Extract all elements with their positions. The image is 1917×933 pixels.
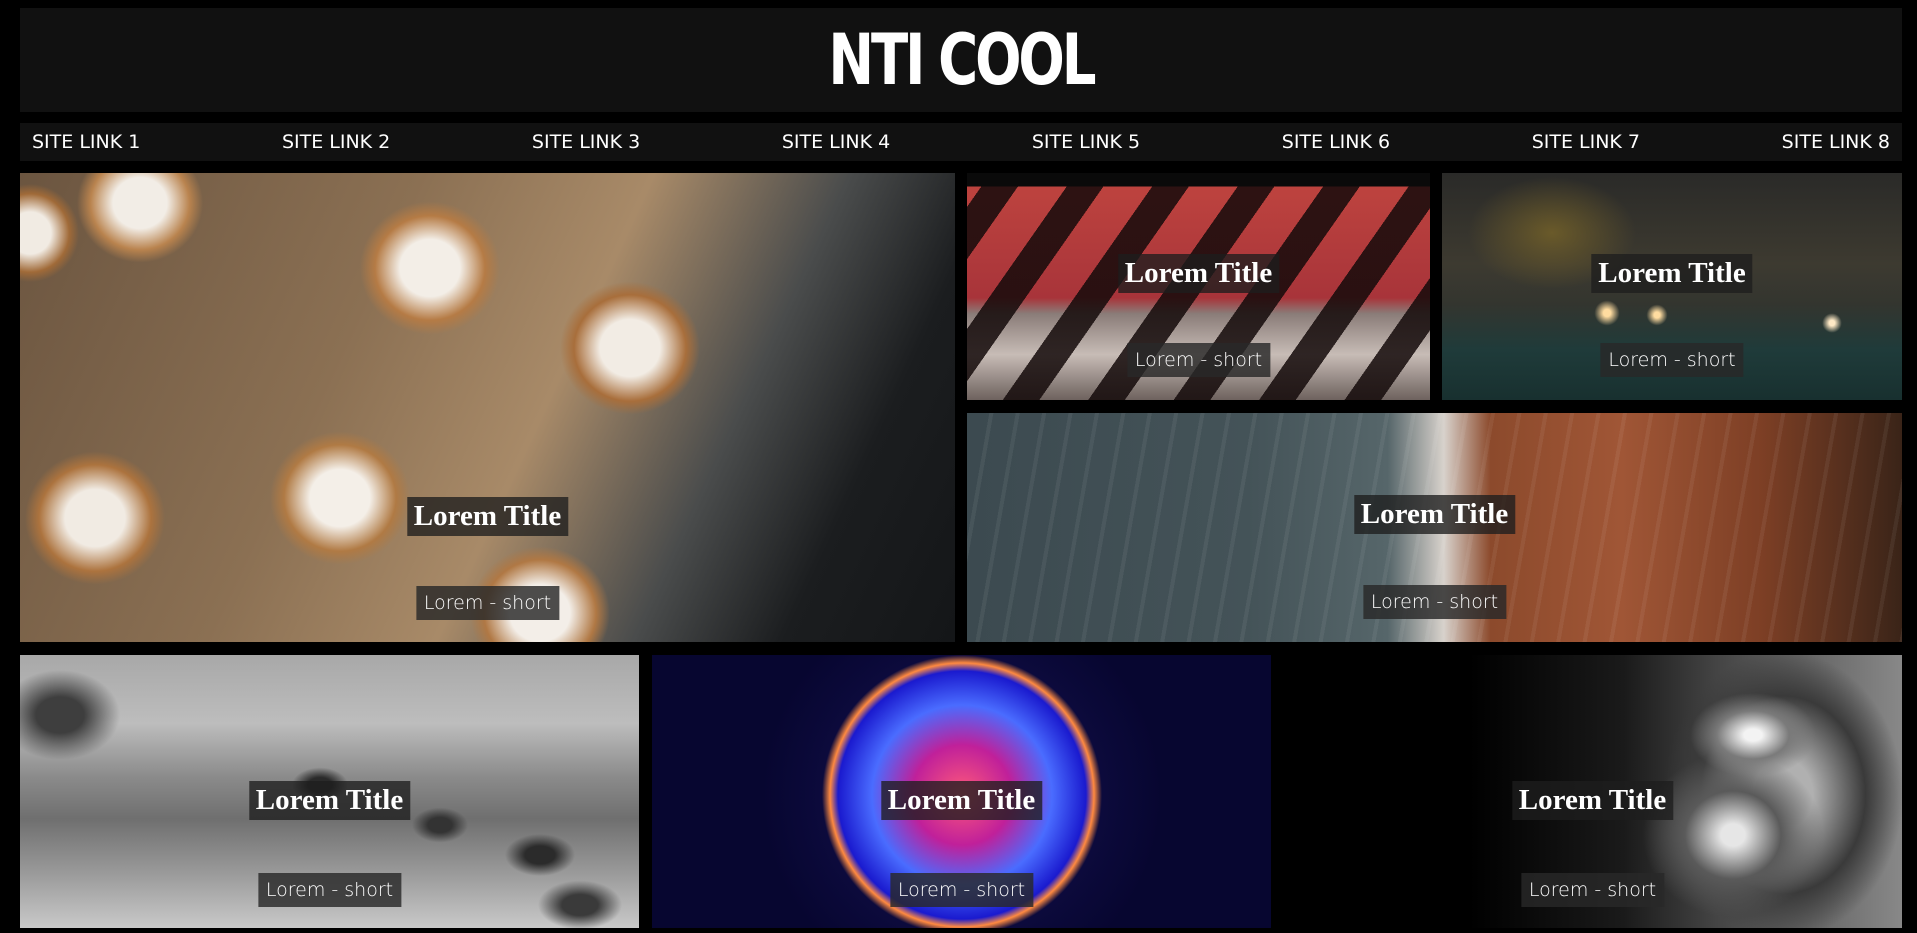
tile-subtitle: Lorem - short [889,873,1034,907]
tile-subtitle: Lorem - short [1126,343,1271,377]
tile-title: Lorem Title [406,497,569,536]
tile-subtitle: Lorem - short [415,586,560,620]
tile-title: Lorem Title [1511,781,1674,820]
nav-link-8[interactable]: SITE LINK 8 [1782,131,1890,153]
tile-title: Lorem Title [880,781,1043,820]
tile-title: Lorem Title [248,781,411,820]
tile-title: Lorem Title [1591,254,1753,293]
nav-link-7[interactable]: SITE LINK 7 [1532,131,1640,153]
nav-link-1[interactable]: SITE LINK 1 [32,131,140,153]
nav-link-6[interactable]: SITE LINK 6 [1282,131,1390,153]
tile-cinnamon-buns[interactable]: Lorem Title Lorem - short [20,173,955,642]
tile-glowing-sphere[interactable]: Lorem Title Lorem - short [652,655,1271,928]
tile-red-wall[interactable]: Lorem Title Lorem - short [967,173,1430,400]
tile-title: Lorem Title [1353,495,1516,534]
tile-rocky-shore[interactable]: Lorem Title Lorem - short [20,655,639,928]
tile-chrome-statue[interactable]: Lorem Title Lorem - short [1283,655,1902,928]
site-header: NTI COOL [20,8,1902,112]
tile-subtitle: Lorem - short [1600,343,1744,377]
tile-subtitle: Lorem - short [1362,585,1507,619]
tile-night-street[interactable]: Lorem Title Lorem - short [1442,173,1902,400]
nav-link-3[interactable]: SITE LINK 3 [532,131,640,153]
nav-link-2[interactable]: SITE LINK 2 [282,131,390,153]
site-title: NTI COOL [828,19,1096,101]
tile-subtitle: Lorem - short [1520,873,1665,907]
site-nav: SITE LINK 1 SITE LINK 2 SITE LINK 3 SITE… [20,123,1902,161]
nav-link-4[interactable]: SITE LINK 4 [782,131,890,153]
nav-link-5[interactable]: SITE LINK 5 [1032,131,1140,153]
tile-subtitle: Lorem - short [257,873,402,907]
tile-title: Lorem Title [1117,254,1280,293]
tile-ocean-shore[interactable]: Lorem Title Lorem - short [967,413,1902,642]
